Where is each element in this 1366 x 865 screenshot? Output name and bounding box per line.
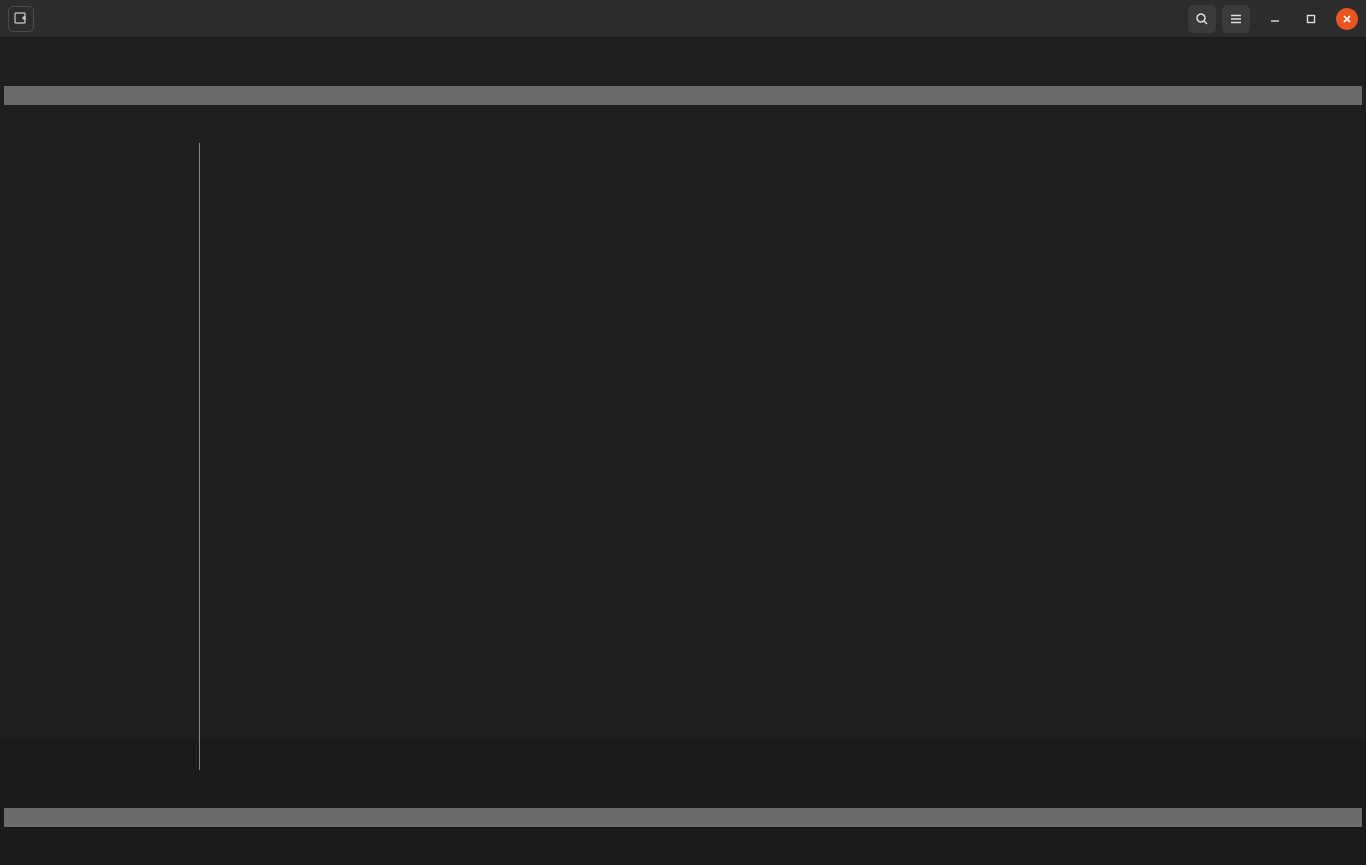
minimize-icon <box>1270 14 1280 24</box>
close-button[interactable] <box>1336 8 1358 30</box>
new-tab-icon <box>14 12 28 26</box>
terminal-area[interactable] <box>0 38 1366 741</box>
help-bar <box>4 86 1362 105</box>
status-bar <box>4 808 1362 827</box>
hamburger-icon <box>1229 12 1243 26</box>
folder-sidebar[interactable] <box>4 143 200 770</box>
search-icon <box>1195 12 1209 26</box>
search-button[interactable] <box>1188 5 1216 33</box>
new-tab-button[interactable] <box>8 6 34 32</box>
minimize-button[interactable] <box>1264 8 1286 30</box>
menu-button[interactable] <box>1222 5 1250 33</box>
window-titlebar <box>0 0 1366 38</box>
terminal-inner <box>4 48 1362 725</box>
maximize-button[interactable] <box>1300 8 1322 30</box>
titlebar-right <box>1188 5 1358 33</box>
titlebar-left <box>8 6 34 32</box>
maximize-icon <box>1306 14 1316 24</box>
main-area <box>4 143 1362 770</box>
message-index[interactable] <box>200 143 1362 770</box>
close-icon <box>1342 14 1352 24</box>
